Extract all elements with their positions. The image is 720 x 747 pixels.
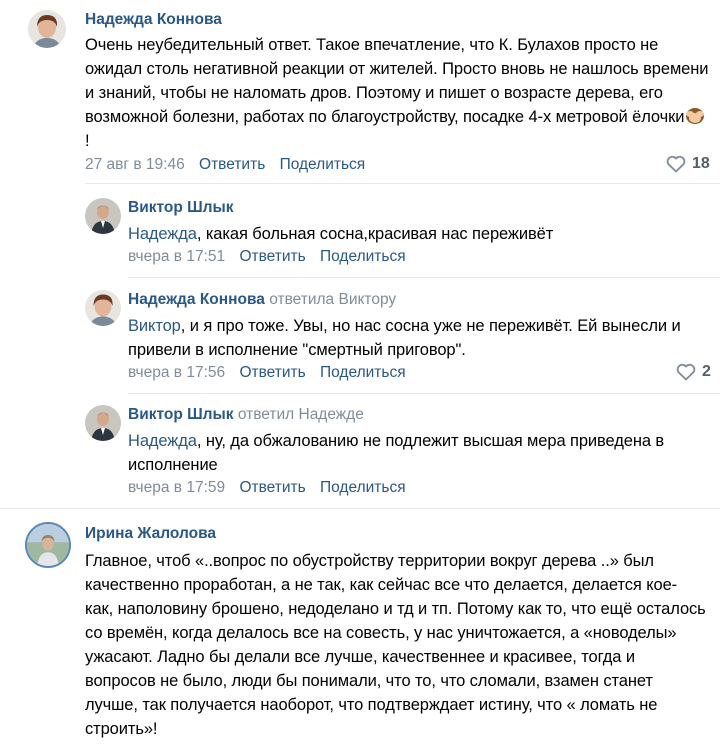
separator [128, 393, 720, 394]
heart-icon [666, 155, 686, 173]
share-button[interactable]: Поделиться [280, 156, 366, 173]
reply-button[interactable]: Ответить [239, 364, 305, 381]
comment-author[interactable]: Надежда Коннова [85, 11, 222, 29]
replied-to[interactable]: ответил Надежде [238, 406, 364, 423]
reply-button[interactable]: Ответить [199, 156, 265, 173]
replied-to[interactable]: ответила Виктору [269, 291, 396, 308]
avatar[interactable] [85, 405, 121, 441]
mention-link[interactable]: Надежда [128, 225, 197, 243]
like-button[interactable]: 18 [666, 155, 710, 173]
comment-meta: вчера в 17:56 Ответить Поделиться [128, 364, 416, 382]
comment-date[interactable]: 27 авг в 19:46 [85, 156, 185, 173]
comment-date[interactable]: вчера в 17:51 [128, 248, 225, 265]
avatar-viktor-image [85, 405, 121, 441]
avatar-nadezhda-image [28, 10, 66, 48]
mention-link[interactable]: Виктор [128, 317, 181, 335]
comment-text: Надежда, какая больная сосна,красивая на… [128, 225, 554, 243]
avatar-nadezhda-image [85, 290, 121, 326]
comment-text: Очень неубедительный ответ. Такое впечат… [85, 36, 709, 150]
comment-author[interactable]: Надежда Коннова ответила Виктору [128, 291, 396, 309]
reply-button[interactable]: Ответить [239, 479, 305, 496]
like-count: 18 [692, 155, 710, 172]
comment-text: Надежда, ну, да обжалованию не подлежит … [128, 432, 665, 474]
mention-link[interactable]: Надежда [128, 432, 197, 450]
comment-date[interactable]: вчера в 17:56 [128, 364, 225, 381]
comment-meta: 27 авг в 19:46 Ответить Поделиться [85, 156, 375, 174]
comment-meta: вчера в 17:59 Ответить Поделиться [128, 479, 416, 497]
avatar[interactable] [25, 522, 71, 568]
separator [0, 508, 720, 509]
comment-text: Главное, чтоб «..вопрос по обустройству … [85, 552, 706, 738]
separator [128, 277, 720, 278]
see-no-evil-monkey-emoji [684, 105, 706, 125]
comment-date[interactable]: вчера в 17:59 [128, 479, 225, 496]
share-button[interactable]: Поделиться [320, 364, 406, 381]
share-button[interactable]: Поделиться [320, 248, 406, 265]
comment-text: Виктор, и я про тоже. Увы, но нас сосна … [128, 317, 681, 359]
avatar[interactable] [85, 198, 121, 234]
like-button[interactable]: 2 [676, 363, 711, 381]
like-count: 2 [702, 363, 711, 380]
comment-author[interactable]: Ирина Жалолова [85, 525, 216, 543]
avatar-viktor-image [85, 198, 121, 234]
avatar-irina-image [27, 524, 69, 566]
separator [85, 183, 720, 184]
avatar[interactable] [85, 290, 121, 326]
comment-author[interactable]: Виктор Шлык ответил Надежде [128, 406, 364, 424]
heart-icon [676, 363, 696, 381]
share-button[interactable]: Поделиться [320, 479, 406, 496]
comment-meta: вчера в 17:51 Ответить Поделиться [128, 248, 416, 266]
avatar[interactable] [28, 10, 66, 48]
reply-button[interactable]: Ответить [239, 248, 305, 265]
comment-author[interactable]: Виктор Шлык [128, 199, 234, 217]
